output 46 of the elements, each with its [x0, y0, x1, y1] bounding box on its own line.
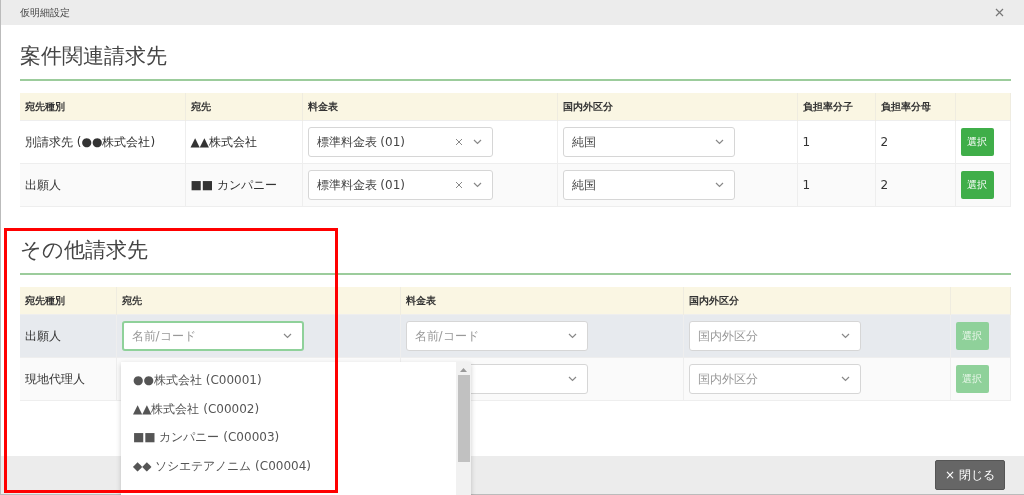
caret-icon	[714, 182, 724, 189]
dialog-title: 仮明細設定	[20, 5, 70, 20]
column-header: 料金表	[307, 100, 338, 112]
caret-icon	[714, 139, 724, 146]
table-cell: 1	[802, 178, 811, 193]
table-cell: 出願人	[25, 328, 61, 343]
caret-icon	[472, 182, 482, 189]
table-cell: 2	[880, 178, 889, 193]
column-header: 料金表	[405, 294, 436, 306]
column-header: 負担率分子	[802, 100, 853, 112]
caret-icon	[840, 376, 850, 383]
column-header: 国内外区分	[562, 100, 613, 112]
scrollbar[interactable]	[456, 362, 471, 495]
close-button[interactable]: × 閉じる	[935, 460, 1005, 490]
dropdown-option[interactable]: ●●株式会社 (C00001)	[121, 366, 456, 395]
table-cell: 1	[802, 135, 811, 150]
clear-icon[interactable]	[454, 181, 463, 190]
table-cell: 2	[880, 135, 889, 150]
column-header: 国内外区分	[688, 294, 739, 306]
scrollbar-thumb[interactable]	[457, 375, 470, 462]
column-header: 負担率分母	[880, 100, 931, 112]
column-header: 宛先種別	[25, 294, 65, 306]
caret-icon	[472, 139, 482, 146]
section-title: その他請求先	[20, 224, 1011, 276]
caret-icon	[567, 376, 577, 383]
table-cell: 現地代理人	[25, 371, 85, 386]
column-header: 宛先	[190, 100, 211, 112]
table-cell: 出願人	[25, 177, 61, 192]
caret-icon	[567, 333, 577, 340]
caret-icon	[840, 333, 850, 340]
scroll-up-icon[interactable]	[460, 368, 467, 372]
close-icon[interactable]	[995, 8, 1004, 17]
clear-icon[interactable]	[454, 138, 463, 147]
region-select[interactable]: 純国	[562, 127, 735, 158]
section-title: 案件関連請求先	[20, 25, 1011, 82]
column-header: 宛先種別	[25, 100, 65, 112]
table-cell: 別請求先 (●●株式会社)	[25, 134, 156, 149]
dropdown-option[interactable]: ◆◆ ソシエテアノニム (C00004)	[121, 451, 456, 480]
table-cell: ▲▲株式会社	[190, 134, 257, 149]
caret-icon	[282, 333, 292, 340]
rate-table-select[interactable]: 標準料金表 (01)	[307, 170, 493, 201]
region-select[interactable]: 純国	[562, 170, 735, 201]
rate-table-select[interactable]: 標準料金表 (01)	[307, 127, 493, 158]
table-cell: ■■ カンパニー	[190, 177, 277, 192]
dropdown-option[interactable]: ■■ カンパニー (C00003)	[121, 423, 456, 452]
column-header: 宛先	[121, 294, 142, 306]
